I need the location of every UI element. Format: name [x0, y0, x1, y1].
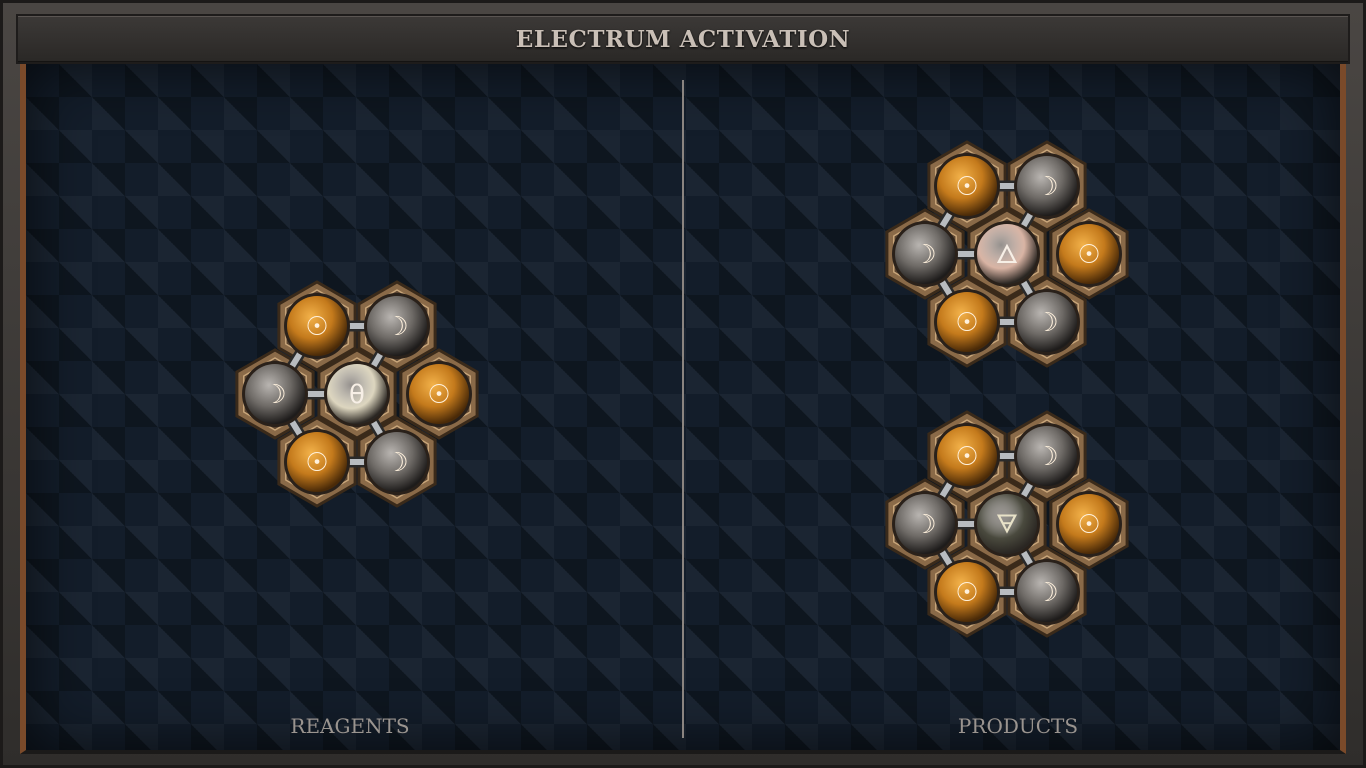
- gold-atom[interactable]: ☉: [1056, 491, 1122, 557]
- product-molecule-bottom[interactable]: ☉ ☽ ☉ ☽ ☉ ☽ 🜃: [882, 404, 1132, 644]
- products-label: PRODUCTS: [957, 714, 1079, 738]
- fire-salt-atom[interactable]: 🜂: [974, 221, 1040, 287]
- silver-symbol-icon: ☽: [1035, 442, 1058, 472]
- quicksilver-symbol-icon: θ: [349, 380, 365, 410]
- fire-salt-symbol-icon: 🜂: [996, 240, 1019, 270]
- silver-symbol-icon: ☽: [913, 240, 936, 270]
- reagents-label: REAGENTS: [290, 714, 410, 738]
- quicksilver-atom[interactable]: θ: [324, 361, 390, 427]
- reagent-molecule[interactable]: ☉ ☽ ☉ ☽ ☉ ☽ θ: [232, 274, 482, 514]
- gold-symbol-icon: ☉: [1077, 510, 1100, 540]
- gold-atom[interactable]: ☉: [284, 429, 350, 495]
- gold-atom[interactable]: ☉: [284, 293, 350, 359]
- title-bar: ELECTRUM ACTIVATION: [16, 14, 1350, 64]
- gold-symbol-icon: ☉: [955, 442, 978, 472]
- silver-atom[interactable]: ☽: [364, 429, 430, 495]
- gold-atom[interactable]: ☉: [934, 153, 1000, 219]
- gold-symbol-icon: ☉: [427, 380, 450, 410]
- gold-symbol-icon: ☉: [955, 578, 978, 608]
- silver-symbol-icon: ☽: [1035, 578, 1058, 608]
- earth-salt-symbol-icon: 🜃: [996, 510, 1019, 540]
- silver-atom[interactable]: ☽: [1014, 559, 1080, 625]
- gold-symbol-icon: ☉: [305, 312, 328, 342]
- gold-atom[interactable]: ☉: [406, 361, 472, 427]
- silver-symbol-icon: ☽: [1035, 172, 1058, 202]
- silver-atom[interactable]: ☽: [892, 221, 958, 287]
- silver-symbol-icon: ☽: [913, 510, 936, 540]
- panel-divider: [682, 80, 684, 738]
- silver-symbol-icon: ☽: [385, 312, 408, 342]
- silver-symbol-icon: ☽: [385, 448, 408, 478]
- gold-symbol-icon: ☉: [955, 308, 978, 338]
- silver-atom[interactable]: ☽: [1014, 153, 1080, 219]
- earth-salt-atom[interactable]: 🜃: [974, 491, 1040, 557]
- silver-atom[interactable]: ☽: [242, 361, 308, 427]
- product-molecule-top[interactable]: ☉ ☽ ☉ ☽ ☉ ☽ 🜂: [882, 134, 1132, 374]
- gold-atom[interactable]: ☉: [1056, 221, 1122, 287]
- page-title: ELECTRUM ACTIVATION: [515, 25, 851, 53]
- silver-atom[interactable]: ☽: [892, 491, 958, 557]
- silver-atom[interactable]: ☽: [1014, 423, 1080, 489]
- gold-atom[interactable]: ☉: [934, 423, 1000, 489]
- silver-symbol-icon: ☽: [1035, 308, 1058, 338]
- silver-atom[interactable]: ☽: [1014, 289, 1080, 355]
- silver-atom[interactable]: ☽: [364, 293, 430, 359]
- gold-atom[interactable]: ☉: [934, 289, 1000, 355]
- gold-symbol-icon: ☉: [1077, 240, 1100, 270]
- gold-symbol-icon: ☉: [305, 448, 328, 478]
- gold-symbol-icon: ☉: [955, 172, 978, 202]
- silver-symbol-icon: ☽: [263, 380, 286, 410]
- gold-atom[interactable]: ☉: [934, 559, 1000, 625]
